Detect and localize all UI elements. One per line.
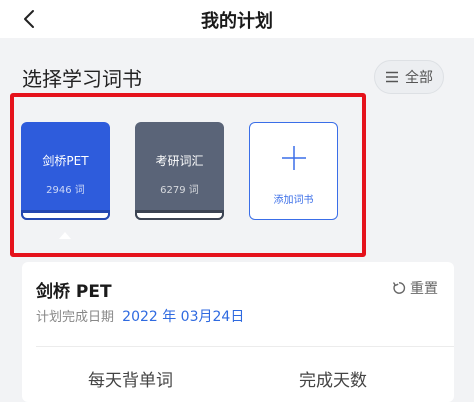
plan-card: 剑桥 PET 重置 计划完成日期 2022 年 03月24日 每天背单词 完成天… [22, 262, 454, 402]
completion-days-label: 完成天数 [299, 371, 367, 391]
selection-pointer [59, 232, 71, 239]
reset-icon [392, 282, 406, 294]
plan-book-title: 剑桥 PET [36, 282, 112, 302]
plan-date-value[interactable]: 2022 年 03月24日 [122, 309, 244, 325]
book-card-pet[interactable]: 剑桥PET 2946 词 [21, 122, 110, 220]
daily-words-label: 每天背单词 [88, 371, 173, 391]
plus-icon [282, 146, 306, 170]
reset-label: 重置 [410, 281, 438, 297]
list-icon [386, 71, 398, 83]
page-title: 我的计划 [201, 11, 273, 32]
plan-date-row: 计划完成日期 2022 年 03月24日 [36, 306, 244, 326]
section-title: 选择学习词书 [22, 67, 142, 91]
add-book-label: 添加词书 [273, 195, 314, 206]
all-books-button[interactable]: 全部 [374, 60, 444, 94]
all-books-label: 全部 [405, 70, 433, 86]
reset-button[interactable]: 重置 [392, 278, 438, 298]
book-word-count: 6279 词 [160, 185, 199, 196]
book-pages [23, 213, 108, 218]
book-card-kaoyan[interactable]: 考研词汇 6279 词 [135, 122, 224, 220]
divider [36, 346, 454, 347]
plan-date-label: 计划完成日期 [36, 310, 115, 325]
book-word-count: 2946 词 [46, 185, 85, 196]
book-pages [137, 213, 222, 218]
navigation-bar: 我的计划 [0, 0, 474, 38]
book-name: 剑桥PET [42, 154, 89, 168]
add-book-button[interactable]: 添加词书 [249, 122, 338, 220]
book-name: 考研词汇 [155, 154, 204, 168]
